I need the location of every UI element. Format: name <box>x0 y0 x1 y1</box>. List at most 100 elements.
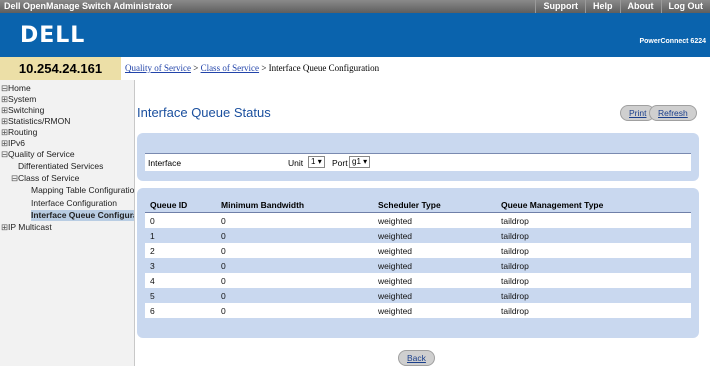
expand-icon[interactable]: ⊞ <box>1 94 8 105</box>
collapse-icon[interactable]: ⊟ <box>11 173 18 184</box>
queue-mgmt-type-cell: taildrop <box>496 243 691 258</box>
port-value: g1 <box>352 157 361 166</box>
nav-item-interface-config[interactable]: Interface Configuration <box>31 198 134 209</box>
queue-id-cell: 6 <box>145 303 216 318</box>
scheduler-type-cell: weighted <box>373 212 496 228</box>
nav-label: System <box>8 94 37 104</box>
top-bar: Dell OpenManage Switch Administrator Sup… <box>0 0 710 13</box>
expand-icon[interactable]: ⊞ <box>1 127 8 138</box>
help-link[interactable]: Help <box>584 0 620 13</box>
nav-label: Interface Queue Configuration <box>31 210 134 220</box>
nav-label: IPv6 <box>8 138 26 148</box>
nav-item-qos[interactable]: ⊟Quality of Service <box>1 149 75 160</box>
nav-item-diffserv[interactable]: Differentiated Services <box>18 161 134 172</box>
home-icon: ⊟ <box>1 83 9 93</box>
nav-label: Class of Service <box>18 173 80 183</box>
nav-label: Quality of Service <box>8 149 75 159</box>
queue-mgmt-type-cell: taildrop <box>496 288 691 303</box>
scheduler-type-header: Scheduler Type <box>373 198 496 213</box>
back-button[interactable]: Back <box>398 350 435 366</box>
port-label: Port <box>332 158 348 168</box>
nav-item-interface-queue[interactable]: Interface Queue Configuration <box>31 210 134 221</box>
chevron-down-icon: ▾ <box>317 157 322 166</box>
queue-id-header: Queue ID <box>145 198 216 213</box>
support-link[interactable]: Support <box>535 0 585 13</box>
expand-icon[interactable]: ⊞ <box>1 222 8 233</box>
table-row: 0 0 weighted taildrop <box>145 212 691 228</box>
queue-table: Queue ID Minimum Bandwidth Scheduler Typ… <box>145 198 691 318</box>
product-name: PowerConnect 6224 <box>639 38 706 45</box>
nav-item-mapping[interactable]: Mapping Table Configuration <box>31 185 134 196</box>
breadcrumb-separator: > <box>259 63 269 73</box>
table-header-row: Queue ID Minimum Bandwidth Scheduler Typ… <box>145 198 691 213</box>
queue-id-cell: 4 <box>145 273 216 288</box>
chevron-down-icon: ▾ <box>363 157 368 166</box>
nav-label: Differentiated Services <box>18 161 104 171</box>
queue-panel: Queue ID Minimum Bandwidth Scheduler Typ… <box>137 188 699 338</box>
min-bandwidth-cell: 0 <box>216 228 373 243</box>
queue-id-cell: 0 <box>145 212 216 228</box>
nav-label: Mapping Table Configuration <box>31 185 134 195</box>
nav-item-statistics[interactable]: ⊞Statistics/RMON <box>1 116 70 127</box>
nav-item-multicast[interactable]: ⊞IP Multicast <box>1 222 52 233</box>
top-links: Support Help About Log Out <box>535 0 710 13</box>
min-bandwidth-cell: 0 <box>216 273 373 288</box>
min-bandwidth-cell: 0 <box>216 303 373 318</box>
min-bandwidth-cell: 0 <box>216 258 373 273</box>
min-bandwidth-cell: 0 <box>216 212 373 228</box>
scheduler-type-cell: weighted <box>373 258 496 273</box>
queue-id-cell: 1 <box>145 228 216 243</box>
nav-label: Statistics/RMON <box>8 116 71 126</box>
queue-mgmt-type-cell: taildrop <box>496 228 691 243</box>
nav-label: Routing <box>8 127 38 137</box>
interface-row: Interface Unit 1 ▾ Port g1 ▾ <box>145 153 691 171</box>
nav-item-system[interactable]: ⊞System <box>1 94 36 105</box>
breadcrumb-cos-link[interactable]: Class of Service <box>201 63 260 73</box>
nav-item-switching[interactable]: ⊞Switching <box>1 105 44 116</box>
nav-label: Home <box>8 83 31 93</box>
expand-icon[interactable]: ⊞ <box>1 138 8 149</box>
collapse-icon[interactable]: ⊟ <box>1 149 8 160</box>
port-select[interactable]: g1 ▾ <box>349 156 371 168</box>
breadcrumb-current: Interface Queue Configuration <box>268 63 380 73</box>
unit-value: 1 <box>311 157 316 166</box>
table-row: 6 0 weighted taildrop <box>145 303 691 318</box>
ip-address: 10.254.24.161 <box>0 57 121 80</box>
queue-id-cell: 5 <box>145 288 216 303</box>
nav-item-home[interactable]: ⊟Home <box>1 83 31 94</box>
logout-link[interactable]: Log Out <box>660 0 710 13</box>
page-title: Interface Queue Status <box>137 105 271 120</box>
min-bandwidth-cell: 0 <box>216 288 373 303</box>
unit-select[interactable]: 1 ▾ <box>308 156 325 168</box>
queue-mgmt-type-header: Queue Management Type <box>496 198 691 213</box>
nav-label: IP Multicast <box>8 222 52 232</box>
table-row: 4 0 weighted taildrop <box>145 273 691 288</box>
app-title: Dell OpenManage Switch Administrator <box>4 1 173 11</box>
about-link[interactable]: About <box>619 0 661 13</box>
expand-icon[interactable]: ⊞ <box>1 105 8 116</box>
queue-mgmt-type-cell: taildrop <box>496 258 691 273</box>
nav-item-routing[interactable]: ⊞Routing <box>1 127 37 138</box>
refresh-button[interactable]: Refresh <box>649 105 697 121</box>
main-content: Interface Queue Status Print Refresh Int… <box>125 80 710 366</box>
nav-item-cos[interactable]: ⊟Class of Service <box>11 173 134 184</box>
nav-item-ipv6[interactable]: ⊞IPv6 <box>1 138 25 149</box>
table-row: 3 0 weighted taildrop <box>145 258 691 273</box>
breadcrumb: Quality of Service > Class of Service > … <box>125 63 379 73</box>
scheduler-type-cell: weighted <box>373 243 496 258</box>
min-bandwidth-cell: 0 <box>216 243 373 258</box>
scheduler-type-cell: weighted <box>373 288 496 303</box>
queue-mgmt-type-cell: taildrop <box>496 303 691 318</box>
scheduler-type-cell: weighted <box>373 228 496 243</box>
table-row: 2 0 weighted taildrop <box>145 243 691 258</box>
expand-icon[interactable]: ⊞ <box>1 116 8 127</box>
interface-label: Interface <box>148 158 182 168</box>
queue-mgmt-type-cell: taildrop <box>496 212 691 228</box>
queue-id-cell: 2 <box>145 243 216 258</box>
interface-panel: Interface Unit 1 ▾ Port g1 ▾ <box>137 133 699 181</box>
scheduler-type-cell: weighted <box>373 303 496 318</box>
unit-label: Unit <box>288 158 304 168</box>
table-row: 1 0 weighted taildrop <box>145 228 691 243</box>
min-bandwidth-header: Minimum Bandwidth <box>216 198 373 213</box>
breadcrumb-qos-link[interactable]: Quality of Service <box>125 63 191 73</box>
